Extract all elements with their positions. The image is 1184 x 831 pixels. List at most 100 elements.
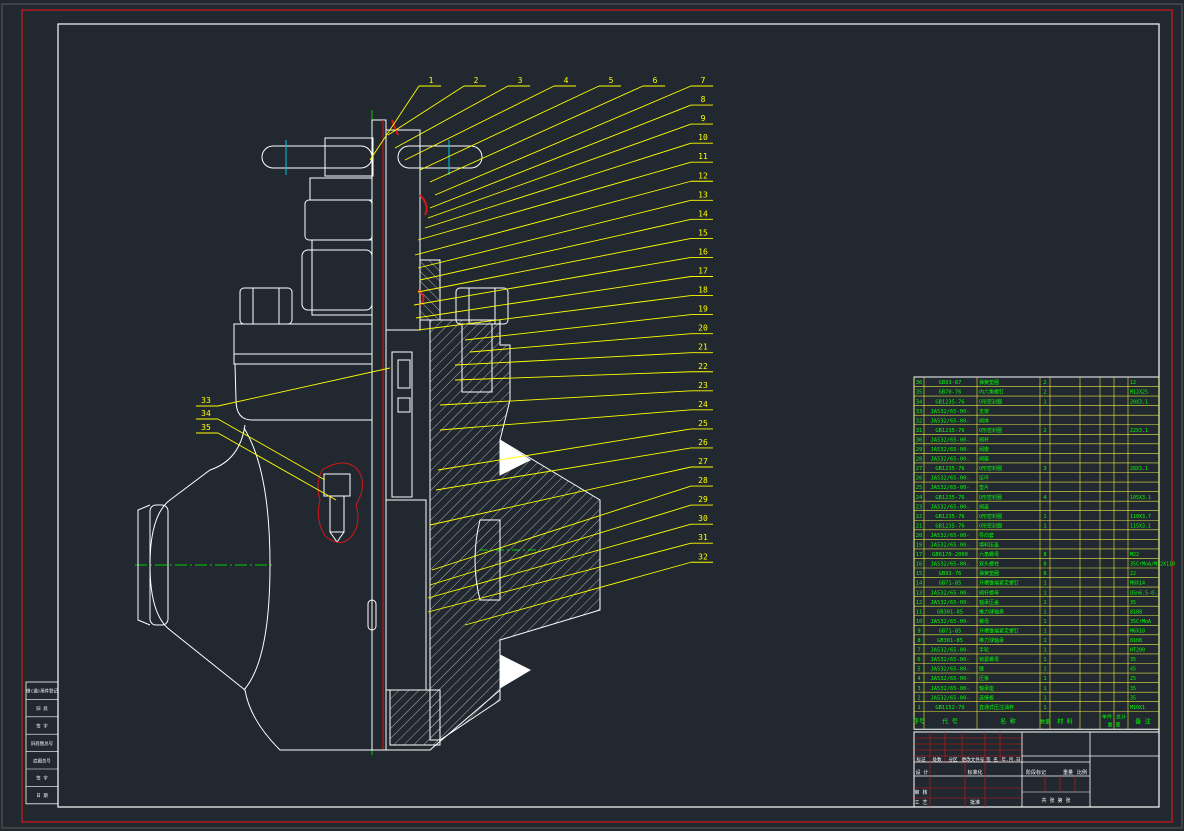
part-row-8-name: 推力球轴承 bbox=[979, 637, 1004, 644]
part-row-13-note: QSn6.5-0.1 bbox=[1130, 590, 1160, 596]
part-row-27-note: 28X3.1 bbox=[1130, 466, 1148, 472]
part-row-20-name: 导向套 bbox=[979, 532, 994, 539]
part-row-15-code: GB93-76 bbox=[939, 571, 962, 577]
part-row-31-note: 22X3.1 bbox=[1130, 428, 1148, 434]
part-row-30-code: JA532/65-00- bbox=[931, 437, 970, 443]
callout-label-19: 19 bbox=[698, 305, 708, 314]
part-row-28-no: 28 bbox=[916, 457, 923, 463]
part-row-12-no: 12 bbox=[916, 600, 923, 606]
part-row-31-no: 31 bbox=[916, 428, 923, 434]
part-row-31-code: GB1235-76 bbox=[935, 428, 964, 434]
leader-line-35 bbox=[217, 432, 337, 501]
part-row-8-no: 8 bbox=[917, 638, 920, 644]
part-row-11-code: GB301-85 bbox=[937, 609, 963, 615]
callout-label-14: 14 bbox=[698, 209, 708, 218]
callout-label-6: 6 bbox=[653, 76, 658, 85]
part-row-9-name: 开槽锥端紧定螺钉 bbox=[979, 627, 1019, 634]
part-row-5-code: JA532/65-00- bbox=[931, 667, 970, 673]
callout-label-22: 22 bbox=[698, 362, 708, 371]
part-row-34-no: 34 bbox=[916, 399, 923, 405]
side-strip-label-5: 签 字 bbox=[36, 775, 48, 782]
part-row-36-no: 36 bbox=[916, 380, 923, 386]
part-row-2-name: 连接板 bbox=[979, 694, 994, 701]
callout-label-9: 9 bbox=[701, 114, 706, 123]
part-row-22-no: 22 bbox=[916, 514, 923, 520]
part-row-8-note: 8108 bbox=[1130, 638, 1142, 644]
callout-label-27: 27 bbox=[698, 457, 708, 466]
part-row-17-note: M22 bbox=[1130, 552, 1139, 558]
part-row-21-name: O形密封圈 bbox=[979, 522, 1002, 529]
callout-label-16: 16 bbox=[698, 247, 708, 256]
part-row-6-name: 锁紧螺母 bbox=[979, 656, 999, 663]
side-strip-label-0: 借(通)用件登记 bbox=[26, 688, 58, 695]
callout-label-2: 2 bbox=[474, 76, 479, 85]
title-stage-label-2: 比例 bbox=[1077, 769, 1087, 776]
title-block: 标记 处数 分区 更改文件号签 名年.月.日设 计 标准化 阶段标记 重量 比例审 核工 艺 批… bbox=[913, 731, 1160, 808]
part-row-34-note: 20X3.1 bbox=[1130, 399, 1148, 405]
side-strip-label-6: 日 期 bbox=[36, 793, 48, 799]
part-row-10-qty: 1 bbox=[1043, 619, 1046, 625]
part-row-30-no: 30 bbox=[916, 437, 923, 443]
callout-label-4: 4 bbox=[564, 76, 569, 85]
part-row-32-name: 阀体 bbox=[979, 417, 989, 424]
leader-line-18 bbox=[417, 295, 692, 331]
callout-label-5: 5 bbox=[609, 76, 614, 85]
part-row-36-qty: 2 bbox=[1043, 380, 1046, 386]
part-row-3-name: 轴承座 bbox=[979, 685, 994, 692]
leader-line-8 bbox=[429, 104, 692, 209]
part-row-24-code: GB1235-76 bbox=[935, 495, 964, 501]
callout-label-24: 24 bbox=[698, 400, 708, 409]
leader-line-7 bbox=[434, 85, 692, 196]
part-row-23-no: 23 bbox=[916, 504, 923, 510]
part-row-2-no: 2 bbox=[917, 695, 920, 701]
part-row-9-qty: 1 bbox=[1043, 628, 1046, 634]
part-row-1-name: 直通式压注油杯 bbox=[979, 704, 1014, 711]
part-row-17-code: GB6170-2000 bbox=[932, 552, 968, 558]
table-header-code: 代 号 bbox=[942, 717, 958, 725]
part-row-22-note: 110X3.7 bbox=[1130, 514, 1151, 520]
part-row-10-name: 螺母 bbox=[979, 618, 989, 625]
part-row-27-no: 27 bbox=[916, 466, 923, 472]
part-row-6-qty: 1 bbox=[1043, 657, 1046, 663]
part-row-3-qty: 1 bbox=[1043, 686, 1046, 692]
part-row-12-note: 35 bbox=[1130, 600, 1136, 606]
leader-line-1 bbox=[369, 85, 420, 161]
parts-list-table[interactable]: 36 GB93-87 弹簧垫圈 2 1235 GB70-76 内六角螺钉 2 M12X2534 G… bbox=[913, 376, 1175, 730]
part-row-10-code: JA532/65-00- bbox=[931, 619, 970, 625]
title-row1-label-5: 年.月.日 bbox=[1002, 756, 1021, 763]
part-row-22-qty: 1 bbox=[1043, 514, 1046, 520]
part-row-7-name: 手轮 bbox=[979, 647, 989, 654]
leader-line-5 bbox=[419, 85, 600, 171]
part-row-35-no: 35 bbox=[916, 390, 923, 396]
part-row-7-qty: 1 bbox=[1043, 648, 1046, 654]
part-row-12-name: 轴承压盖 bbox=[979, 599, 999, 606]
leader-line-16 bbox=[413, 257, 692, 306]
part-row-29-code: JA532/65-00- bbox=[931, 447, 970, 453]
cad-drawing-canvas[interactable]: 借(通)用件登记旧 底签 字旧底图总号底图总号签 字日 期 1 2 3 4 5 … bbox=[0, 0, 1184, 831]
part-row-2-code: JA532/65-00- bbox=[931, 695, 970, 701]
part-row-1-code: GB1152-79 bbox=[935, 705, 964, 711]
part-row-5-note: 45 bbox=[1130, 667, 1136, 673]
leader-line-33 bbox=[217, 367, 391, 407]
callout-label-30: 30 bbox=[698, 514, 708, 523]
part-row-4-qty: 1 bbox=[1043, 676, 1046, 682]
leader-line-9 bbox=[427, 123, 692, 219]
title-left-label-2: 批准 bbox=[970, 799, 980, 806]
side-strip-label-4: 底图总号 bbox=[33, 757, 51, 764]
title-row1-label-0: 标记 bbox=[917, 756, 926, 763]
part-row-9-no: 9 bbox=[917, 628, 920, 634]
callout-label-18: 18 bbox=[698, 286, 708, 295]
part-row-35-qty: 2 bbox=[1043, 390, 1046, 396]
part-row-17-qty: 8 bbox=[1043, 552, 1046, 558]
part-row-15-qty: 8 bbox=[1043, 571, 1046, 577]
part-row-13-qty: 1 bbox=[1043, 590, 1046, 596]
part-row-4-code: JA532/65-00- bbox=[931, 676, 970, 682]
part-row-27-name: O形密封圈 bbox=[979, 465, 1002, 472]
callout-label-11: 11 bbox=[698, 152, 708, 161]
part-row-21-note: 115X3.1 bbox=[1130, 523, 1151, 529]
part-row-8-qty: 1 bbox=[1043, 638, 1046, 644]
leader-line-2 bbox=[387, 85, 465, 136]
part-row-34-name: O形密封圈 bbox=[979, 398, 1002, 405]
table-header-qty: 数量 bbox=[1040, 718, 1050, 725]
part-row-11-no: 11 bbox=[916, 609, 923, 615]
